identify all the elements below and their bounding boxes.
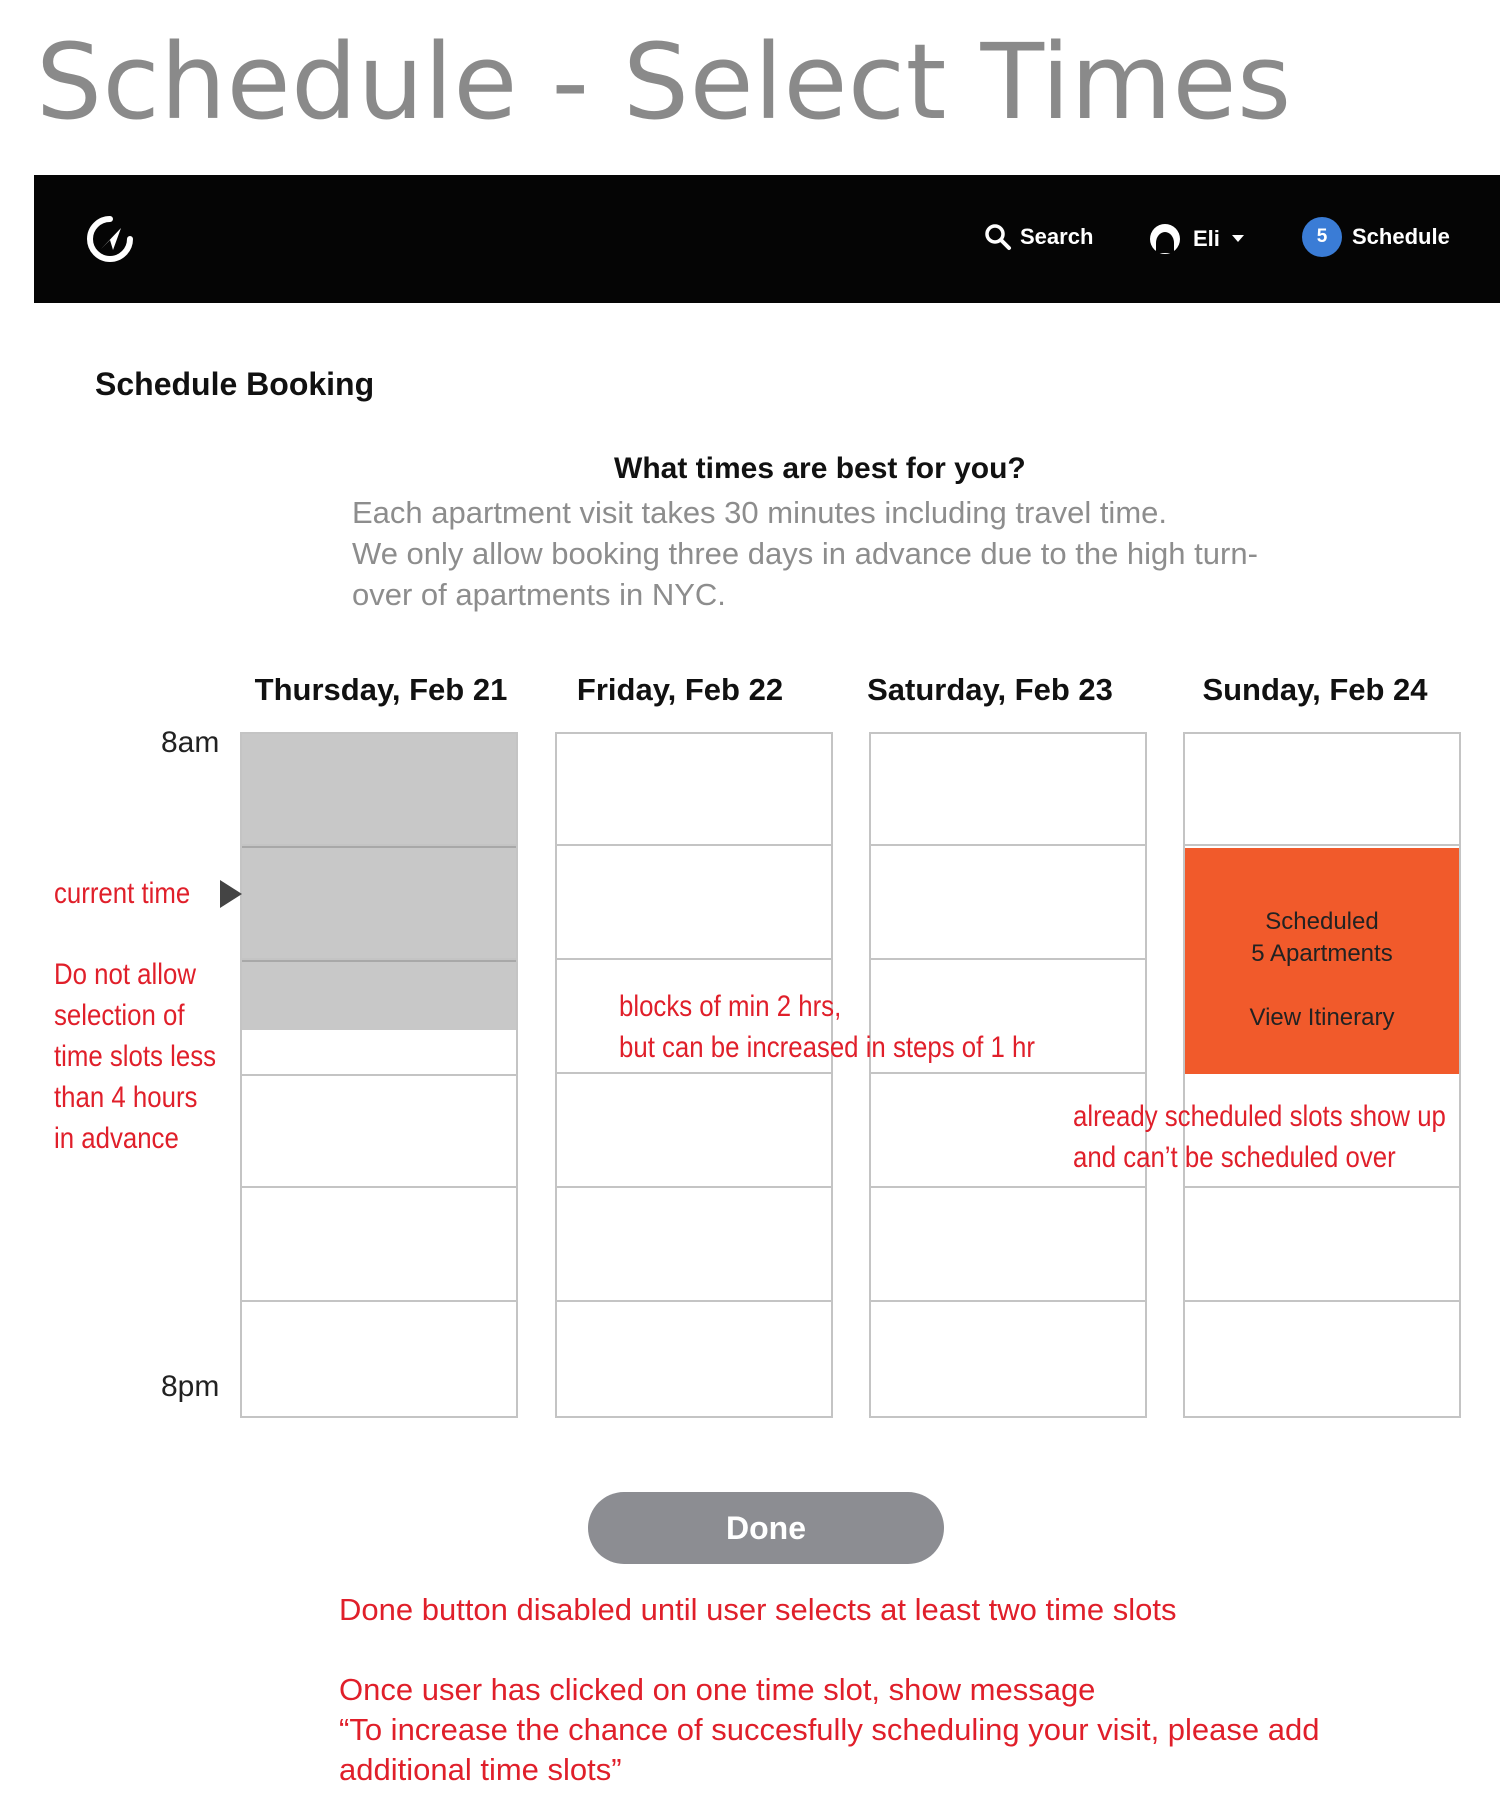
nav-search[interactable]: Search [984,223,1093,251]
section-title: Schedule Booking [95,366,375,402]
scheduled-count: 5 Apartments [1251,940,1393,967]
day-column-sunday: Scheduled 5 Apartments View Itinerary [1183,732,1461,1418]
page-heading: Schedule - Select Times [36,21,1292,143]
time-slot[interactable] [1185,1304,1459,1418]
time-slot[interactable] [871,734,1145,846]
annotation-block-size: blocks of min 2 hrs, but can be increase… [619,986,1035,1068]
intro-line: Each apartment visit takes 30 minutes in… [352,495,1167,530]
question-heading: What times are best for you? [614,452,1026,485]
time-slot [242,848,516,960]
annotation-line: blocks of min 2 hrs, [619,990,842,1023]
done-button[interactable]: Done [588,1492,944,1564]
day-header-saturday: Saturday, Feb 23 [867,672,1113,707]
day-header-thursday: Thursday, Feb 21 [254,672,508,707]
time-label-start: 8am [161,726,220,759]
schedule-count-badge: 5 [1302,217,1342,257]
annotation-line: and can’t be scheduled over [1073,1141,1396,1174]
chevron-down-icon [1231,235,1244,243]
day-header-friday: Friday, Feb 22 [576,672,784,707]
intro-line: over of apartments in NYC. [352,577,726,612]
annotation-line: in advance [54,1122,179,1155]
annotation-line: but can be increased in steps of 1 hr [619,1031,1035,1064]
time-slot[interactable] [557,1076,831,1188]
time-slot[interactable] [557,734,831,846]
time-slot[interactable] [557,848,831,960]
time-slot[interactable] [1185,734,1459,846]
intro-text: Each apartment visit takes 30 minutes in… [352,492,1258,615]
user-name: Eli [1193,226,1220,251]
time-label-end: 8pm [161,1370,220,1403]
nav-schedule[interactable]: 5 Schedule [1302,217,1450,257]
time-slot[interactable] [557,1190,831,1302]
time-slot[interactable] [871,848,1145,960]
compass-logo-icon[interactable] [80,209,140,269]
time-slot[interactable] [1185,1190,1459,1302]
scheduled-block: Scheduled 5 Apartments View Itinerary [1185,848,1459,1074]
search-label: Search [1020,224,1094,249]
time-slot[interactable] [242,1076,516,1188]
annotation-line: selection of [54,999,185,1032]
annotation-line: than 4 hours [54,1081,198,1114]
day-header-sunday: Sunday, Feb 24 [1202,672,1428,707]
annotation-line: Do not allow [54,958,196,991]
annotation-message: Once user has clicked on one time slot, … [339,1670,1319,1790]
annotation-line: time slots less [54,1040,217,1073]
annotation-already-scheduled: already scheduled slots show up and can’… [1073,1096,1446,1178]
scheduled-label: Scheduled [1265,908,1379,935]
annotation-line: “To increase the chance of succesfully s… [339,1712,1320,1747]
search-icon [984,223,1012,251]
time-slot [242,734,516,846]
user-avatar-icon [1149,223,1181,255]
day-column-saturday [869,732,1147,1418]
annotation-done-disabled: Done button disabled until user selects … [339,1592,1177,1627]
navbar: Search Eli 5 Schedule [34,175,1500,303]
user-menu[interactable]: Eli [1149,223,1244,255]
annotation-line: Once user has clicked on one time slot, … [339,1672,1096,1707]
time-slot[interactable] [242,1304,516,1418]
schedule-label: Schedule [1352,224,1450,249]
time-slot[interactable] [242,1190,516,1302]
time-slot[interactable] [871,1304,1145,1418]
annotation-current-time: current time [54,877,191,910]
annotation-line: already scheduled slots show up [1073,1100,1446,1133]
annotation-line: additional time slots” [339,1752,622,1787]
time-slot[interactable] [242,962,516,1074]
time-slot[interactable] [557,1304,831,1418]
annotation-advance-notice: Do not allow selection of time slots les… [54,954,216,1159]
current-time-marker-icon [220,880,242,908]
intro-line: We only allow booking three days in adva… [352,536,1258,571]
day-column-friday [555,732,833,1418]
view-itinerary-link[interactable]: View Itinerary [1185,1002,1459,1034]
day-column-thursday [240,732,518,1418]
time-slot[interactable] [871,1190,1145,1302]
